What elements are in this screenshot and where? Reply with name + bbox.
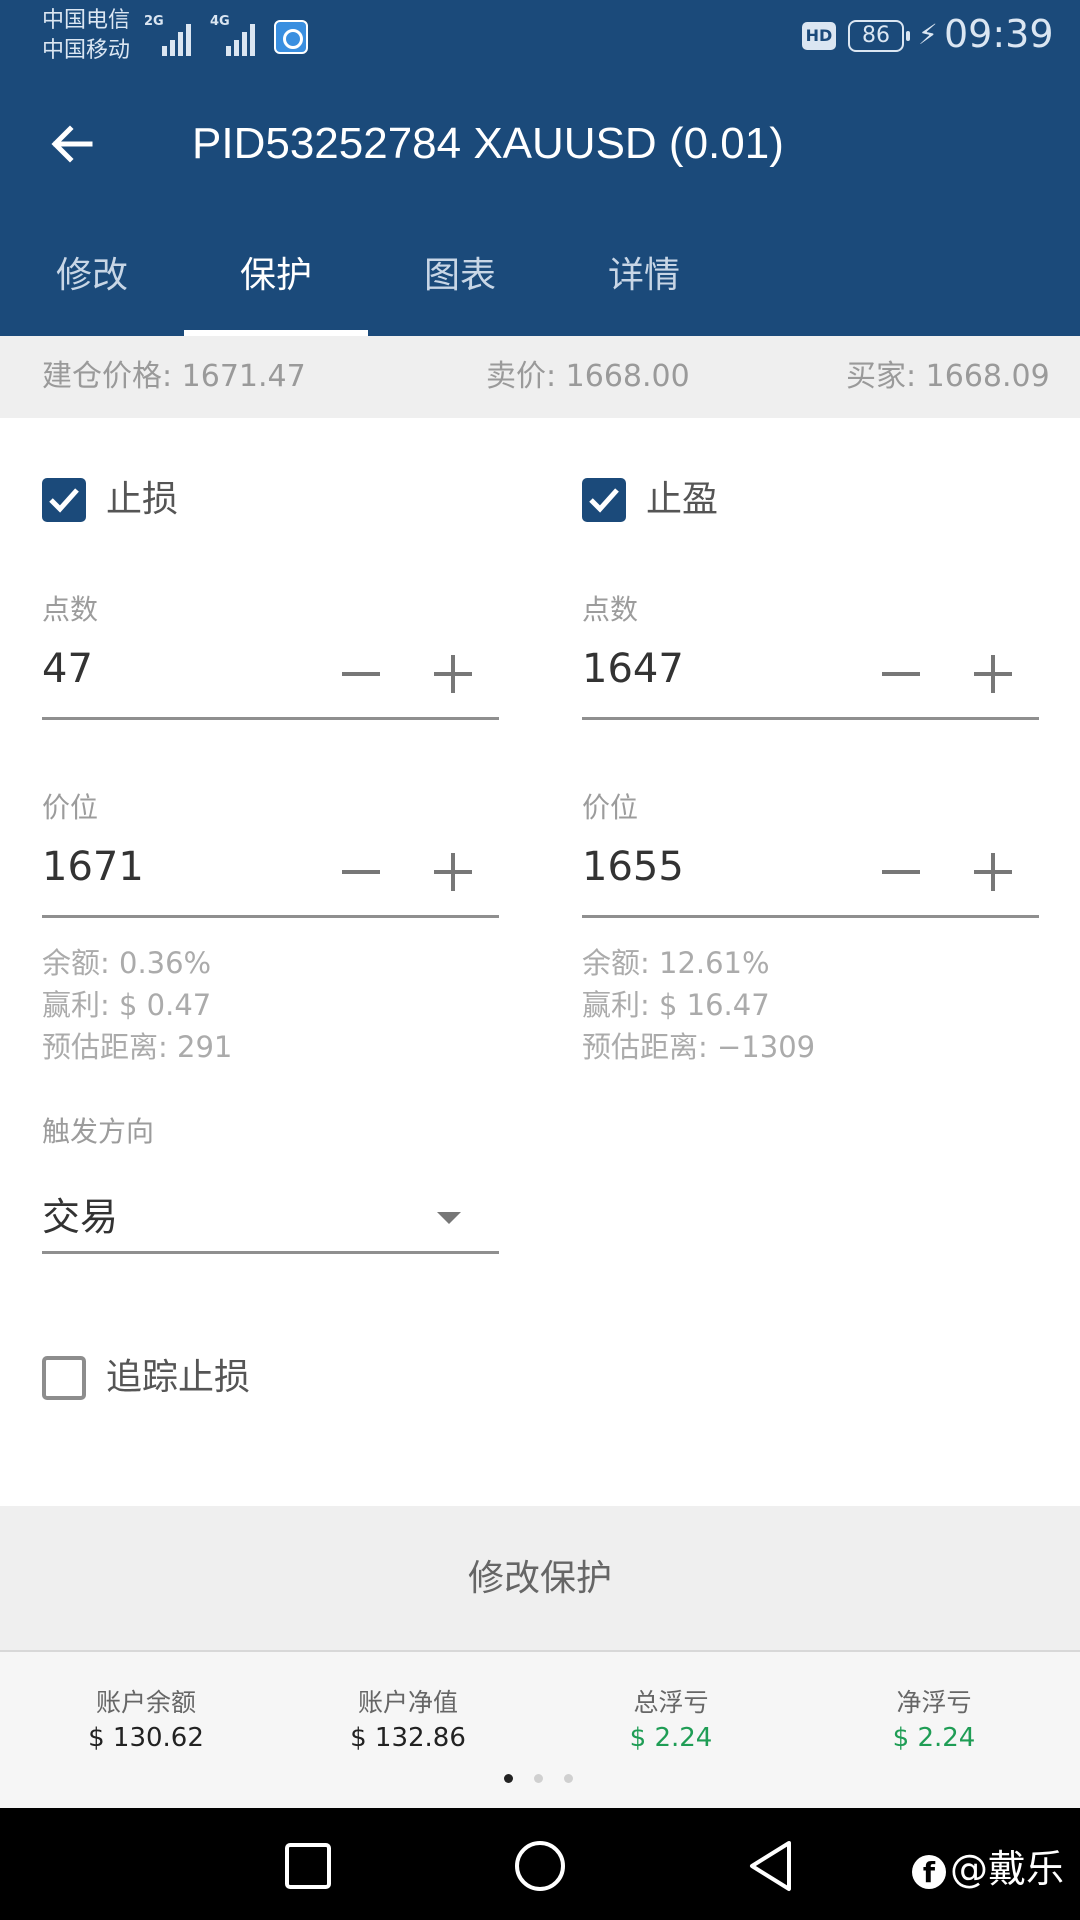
summary-equity: 账户净值 $ 132.86 — [308, 1686, 508, 1756]
checkmark-icon — [49, 488, 79, 513]
app-header: PID53252784 XAUUSD (0.01) 修改 保护 图表 详情 — [0, 72, 1080, 336]
trailing-stop-label: 追踪止损 — [106, 1357, 251, 1398]
stop-loss-balance: 余额: 0.36% — [42, 946, 212, 980]
stop-loss-price-label: 价位 — [42, 791, 99, 824]
price-bar: 建仓价格: 1671.47 卖价: 1668.00 买家: 1668.09 — [0, 336, 1080, 418]
summary-label: 总浮亏 — [633, 1688, 709, 1717]
take-profit-price-field[interactable]: 1655 — [582, 828, 1039, 918]
checkmark-icon — [589, 488, 619, 513]
take-profit-label: 止盈 — [646, 479, 719, 520]
network-type-2: 4G — [210, 14, 230, 29]
summary-label: 账户余额 — [95, 1688, 196, 1717]
trailing-stop-checkbox[interactable] — [42, 1356, 86, 1400]
clock: 09:39 — [944, 12, 1054, 56]
take-profit-price-label: 价位 — [582, 791, 639, 824]
take-profit-balance: 余额: 12.61% — [582, 946, 770, 980]
stop-loss-points-value[interactable]: 47 — [42, 646, 93, 692]
recent-apps-icon[interactable] — [278, 1838, 338, 1894]
trigger-direction-value: 交易 — [42, 1195, 119, 1239]
summary-value: $ 2.24 — [629, 1723, 713, 1753]
take-profit-points-field[interactable]: 1647 — [582, 630, 1039, 720]
minus-icon[interactable] — [882, 672, 920, 676]
stop-loss-distance: 预估距离: 291 — [42, 1030, 233, 1064]
tab-details[interactable]: 详情 — [552, 230, 736, 336]
take-profit-points-value[interactable]: 1647 — [582, 646, 684, 692]
network-type-1: 2G — [144, 14, 164, 29]
summary-value: $ 132.86 — [350, 1723, 466, 1753]
back-arrow-icon[interactable] — [44, 116, 100, 172]
page-title: PID53252784 XAUUSD (0.01) — [192, 119, 784, 168]
tab-chart[interactable]: 图表 — [368, 230, 552, 336]
tab-bar: 修改 保护 图表 详情 — [0, 230, 1080, 336]
watermark: f @戴乐 — [912, 1838, 1064, 1893]
stop-loss-label: 止损 — [106, 479, 179, 520]
take-profit-price-value[interactable]: 1655 — [582, 844, 684, 890]
carrier-info: 中国电信 中国移动 — [42, 6, 130, 66]
facebook-icon: f — [912, 1854, 946, 1889]
minus-icon[interactable] — [342, 672, 380, 676]
summary-total-floating: 总浮亏 $ 2.24 — [571, 1686, 771, 1756]
trigger-direction-select[interactable]: 交易 — [42, 1166, 499, 1254]
tab-modify[interactable]: 修改 — [0, 230, 184, 336]
stop-loss-points-label: 点数 — [42, 593, 99, 626]
carrier-1: 中国电信 — [42, 8, 131, 33]
sell-price: 卖价: 1668.00 — [486, 359, 690, 394]
buy-price: 买家: 1668.09 — [846, 359, 1050, 394]
stop-loss-checkbox[interactable] — [42, 478, 86, 522]
summary-balance: 账户余额 $ 130.62 — [46, 1686, 246, 1756]
home-icon[interactable] — [510, 1838, 570, 1894]
tab-protection[interactable]: 保护 — [184, 230, 368, 336]
trigger-direction-label: 触发方向 — [42, 1115, 155, 1148]
watermark-text: @戴乐 — [950, 1847, 1065, 1891]
carrier-2: 中国移动 — [42, 38, 131, 63]
take-profit-profit: 赢利: $ 16.47 — [582, 988, 770, 1022]
modify-protection-button[interactable]: 修改保护 — [0, 1506, 1080, 1652]
browser-app-icon — [274, 20, 308, 54]
page-dot — [534, 1774, 543, 1783]
minus-icon[interactable] — [882, 870, 920, 874]
stop-loss-profit: 赢利: $ 0.47 — [42, 988, 212, 1022]
take-profit-distance: 预估距离: −1309 — [582, 1030, 816, 1064]
stop-loss-points-field[interactable]: 47 — [42, 630, 499, 720]
account-summary: 账户余额 $ 130.62 账户净值 $ 132.86 总浮亏 $ 2.24 净… — [0, 1652, 1080, 1808]
open-price: 建仓价格: 1671.47 — [42, 359, 306, 394]
back-triangle-icon[interactable] — [742, 1838, 802, 1894]
take-profit-info: 余额: 12.61% 赢利: $ 16.47 预估距离: −1309 — [582, 942, 815, 1068]
system-nav-bar: f @戴乐 — [0, 1808, 1080, 1920]
status-bar: 中国电信 中国移动 2G 4G HD 86 ⚡ 09:39 — [0, 0, 1080, 72]
battery-icon: 86 — [848, 20, 910, 52]
summary-label: 净浮亏 — [896, 1688, 972, 1717]
summary-label: 账户净值 — [357, 1688, 458, 1717]
hd-icon: HD — [802, 22, 836, 50]
summary-value: $ 130.62 — [88, 1723, 204, 1753]
dropdown-caret-icon — [437, 1212, 461, 1224]
charging-icon: ⚡ — [918, 18, 938, 51]
take-profit-checkbox[interactable] — [582, 478, 626, 522]
stop-loss-info: 余额: 0.36% 赢利: $ 0.47 预估距离: 291 — [42, 942, 232, 1068]
stop-loss-price-field[interactable]: 1671 — [42, 828, 499, 918]
stop-loss-price-value[interactable]: 1671 — [42, 844, 144, 890]
summary-value: $ 2.24 — [892, 1723, 976, 1753]
summary-net-floating: 净浮亏 $ 2.24 — [834, 1686, 1034, 1756]
minus-icon[interactable] — [342, 870, 380, 874]
take-profit-points-label: 点数 — [582, 593, 639, 626]
page-dot — [504, 1774, 513, 1783]
page-dot — [564, 1774, 573, 1783]
